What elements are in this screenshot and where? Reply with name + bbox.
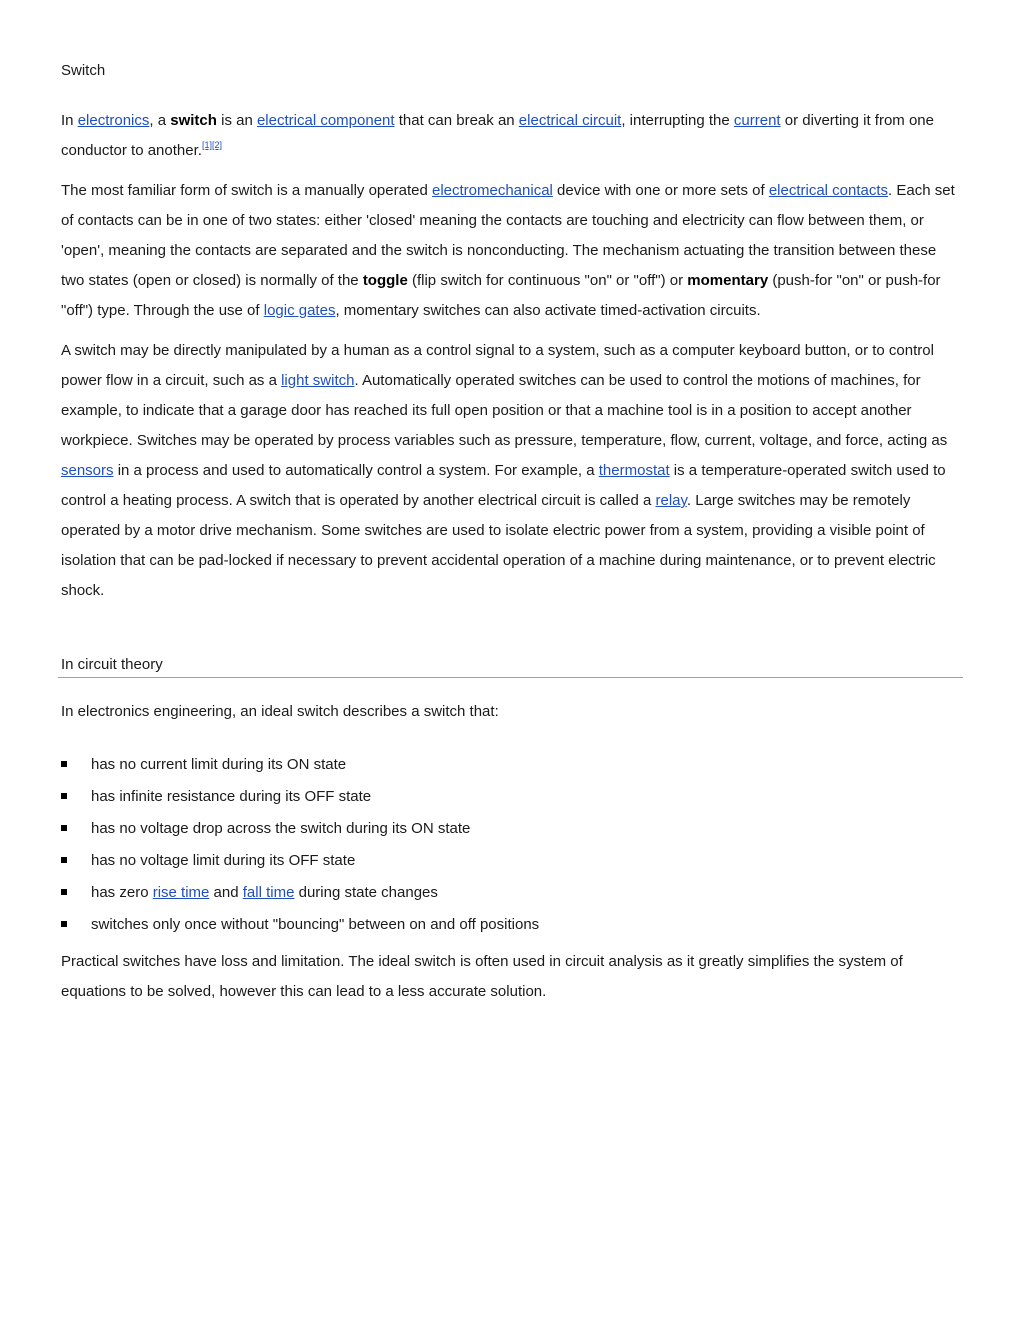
link-current[interactable]: current (734, 112, 781, 129)
list-item: has infinite resistance during its OFF s… (61, 781, 539, 813)
link-thermostat[interactable]: thermostat (599, 462, 670, 479)
list-item: has zero rise time and fall time during … (61, 877, 539, 909)
link-fall-time[interactable]: fall time (243, 884, 295, 901)
control-paragraph: A switch may be directly manipulated by … (61, 342, 948, 599)
square-bullet-icon (61, 921, 67, 927)
contacts-paragraph: The most familiar form of switch is a ma… (61, 182, 955, 319)
link-rise-time[interactable]: rise time (153, 884, 210, 901)
bold-switch: switch (170, 112, 217, 129)
ideal-switch-intro: In electronics engineering, an ideal swi… (61, 703, 499, 720)
link-electrical-circuit[interactable]: electrical circuit (519, 112, 622, 129)
link-electrical-component[interactable]: electrical component (257, 112, 395, 129)
square-bullet-icon (61, 761, 67, 767)
closing-paragraph: Practical switches have loss and limitat… (61, 953, 903, 1000)
link-sensors[interactable]: sensors (61, 462, 114, 479)
bold-momentary: momentary (687, 272, 769, 289)
document-title: Switch (61, 62, 106, 79)
section-divider (58, 677, 963, 678)
intro-paragraph: In electronics, a switch is an electrica… (61, 112, 934, 159)
link-electrical-contacts[interactable]: electrical contacts (769, 182, 888, 199)
link-light-switch[interactable]: light switch (281, 372, 354, 389)
square-bullet-icon (61, 825, 67, 831)
citation-2[interactable]: [2] (212, 140, 222, 150)
ideal-switch-properties-list: has no current limit during its ON state… (61, 749, 539, 941)
link-relay[interactable]: relay (655, 492, 686, 509)
section-heading-circuit-theory: In circuit theory (61, 656, 163, 673)
square-bullet-icon (61, 793, 67, 799)
list-item: has no current limit during its ON state (61, 749, 539, 781)
list-item: switches only once without "bouncing" be… (61, 909, 539, 941)
link-electronics[interactable]: electronics (78, 112, 150, 129)
link-electromechanical[interactable]: electromechanical (432, 182, 553, 199)
list-item: has no voltage drop across the switch du… (61, 813, 539, 845)
bold-toggle: toggle (362, 272, 408, 289)
square-bullet-icon (61, 889, 67, 895)
link-logic-gates[interactable]: logic gates (264, 302, 336, 319)
list-item: has no voltage limit during its OFF stat… (61, 845, 539, 877)
square-bullet-icon (61, 857, 67, 863)
citation-1[interactable]: [1] (202, 140, 212, 150)
